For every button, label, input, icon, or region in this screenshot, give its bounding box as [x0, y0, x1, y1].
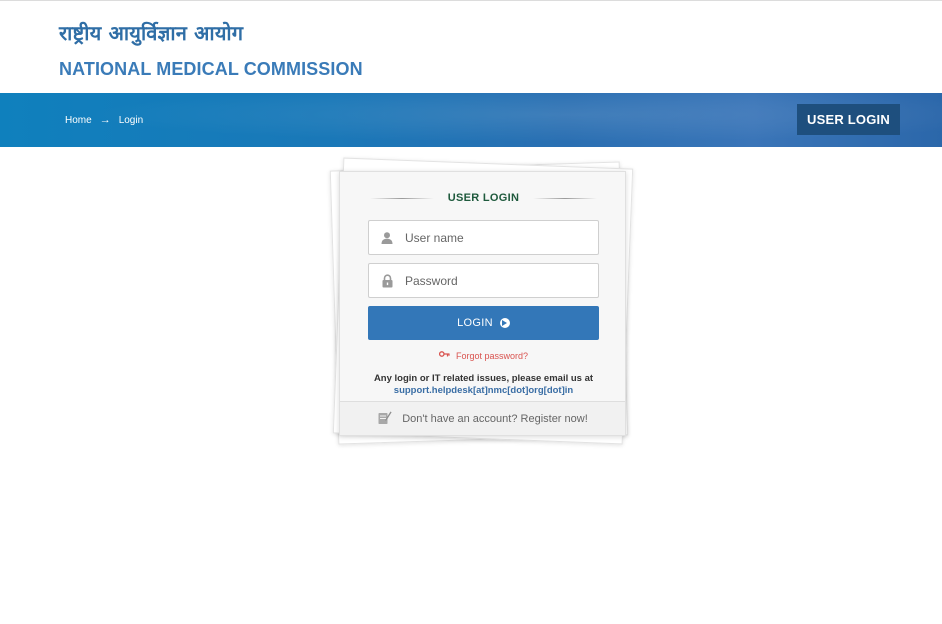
login-button-label: LOGIN — [457, 317, 493, 329]
header-divider — [533, 197, 598, 199]
breadcrumb-home-link[interactable]: Home — [65, 115, 92, 126]
header-divider — [369, 197, 434, 199]
login-card-header: USER LOGIN — [340, 188, 627, 208]
site-title-english: NATIONAL MEDICAL COMMISSION — [59, 59, 363, 79]
user-icon — [369, 231, 405, 245]
page-banner: Home → Login USER LOGIN — [0, 93, 942, 147]
support-email-link[interactable]: support.helpdesk[at]nmc[dot]org[dot]in — [340, 385, 627, 396]
edit-document-icon — [377, 410, 392, 428]
breadcrumb-current: Login — [118, 114, 144, 126]
breadcrumb-arrow-icon: → — [99, 114, 111, 126]
site-header: राष्ट्रीय आयुर्विज्ञान आयोग NATIONAL MED… — [0, 1, 942, 93]
login-button[interactable]: LOGIN — [368, 306, 599, 340]
password-input[interactable] — [405, 273, 585, 288]
username-field[interactable] — [368, 220, 599, 255]
lock-icon — [369, 273, 405, 288]
username-input[interactable] — [405, 230, 585, 245]
arrow-circle-right-icon — [499, 318, 510, 328]
forgot-password-link[interactable]: Forgot password? — [456, 351, 528, 361]
register-link[interactable]: Don't have an account? Register now! — [402, 413, 588, 425]
register-row[interactable]: Don't have an account? Register now! — [340, 401, 625, 435]
login-card: USER LOGIN LOGIN Forgot password? Any lo… — [339, 171, 626, 436]
site-title-hindi: राष्ट्रीय आयुर्विज्ञान आयोग — [59, 21, 244, 45]
key-icon — [438, 350, 450, 361]
breadcrumb: Home → Login — [65, 114, 143, 126]
forgot-password-row: Forgot password? — [340, 350, 627, 361]
support-help-text: Any login or IT related issues, please e… — [373, 373, 594, 384]
password-field[interactable] — [368, 263, 599, 298]
page-title-badge: USER LOGIN — [797, 104, 900, 135]
login-card-title: USER LOGIN — [447, 192, 520, 204]
